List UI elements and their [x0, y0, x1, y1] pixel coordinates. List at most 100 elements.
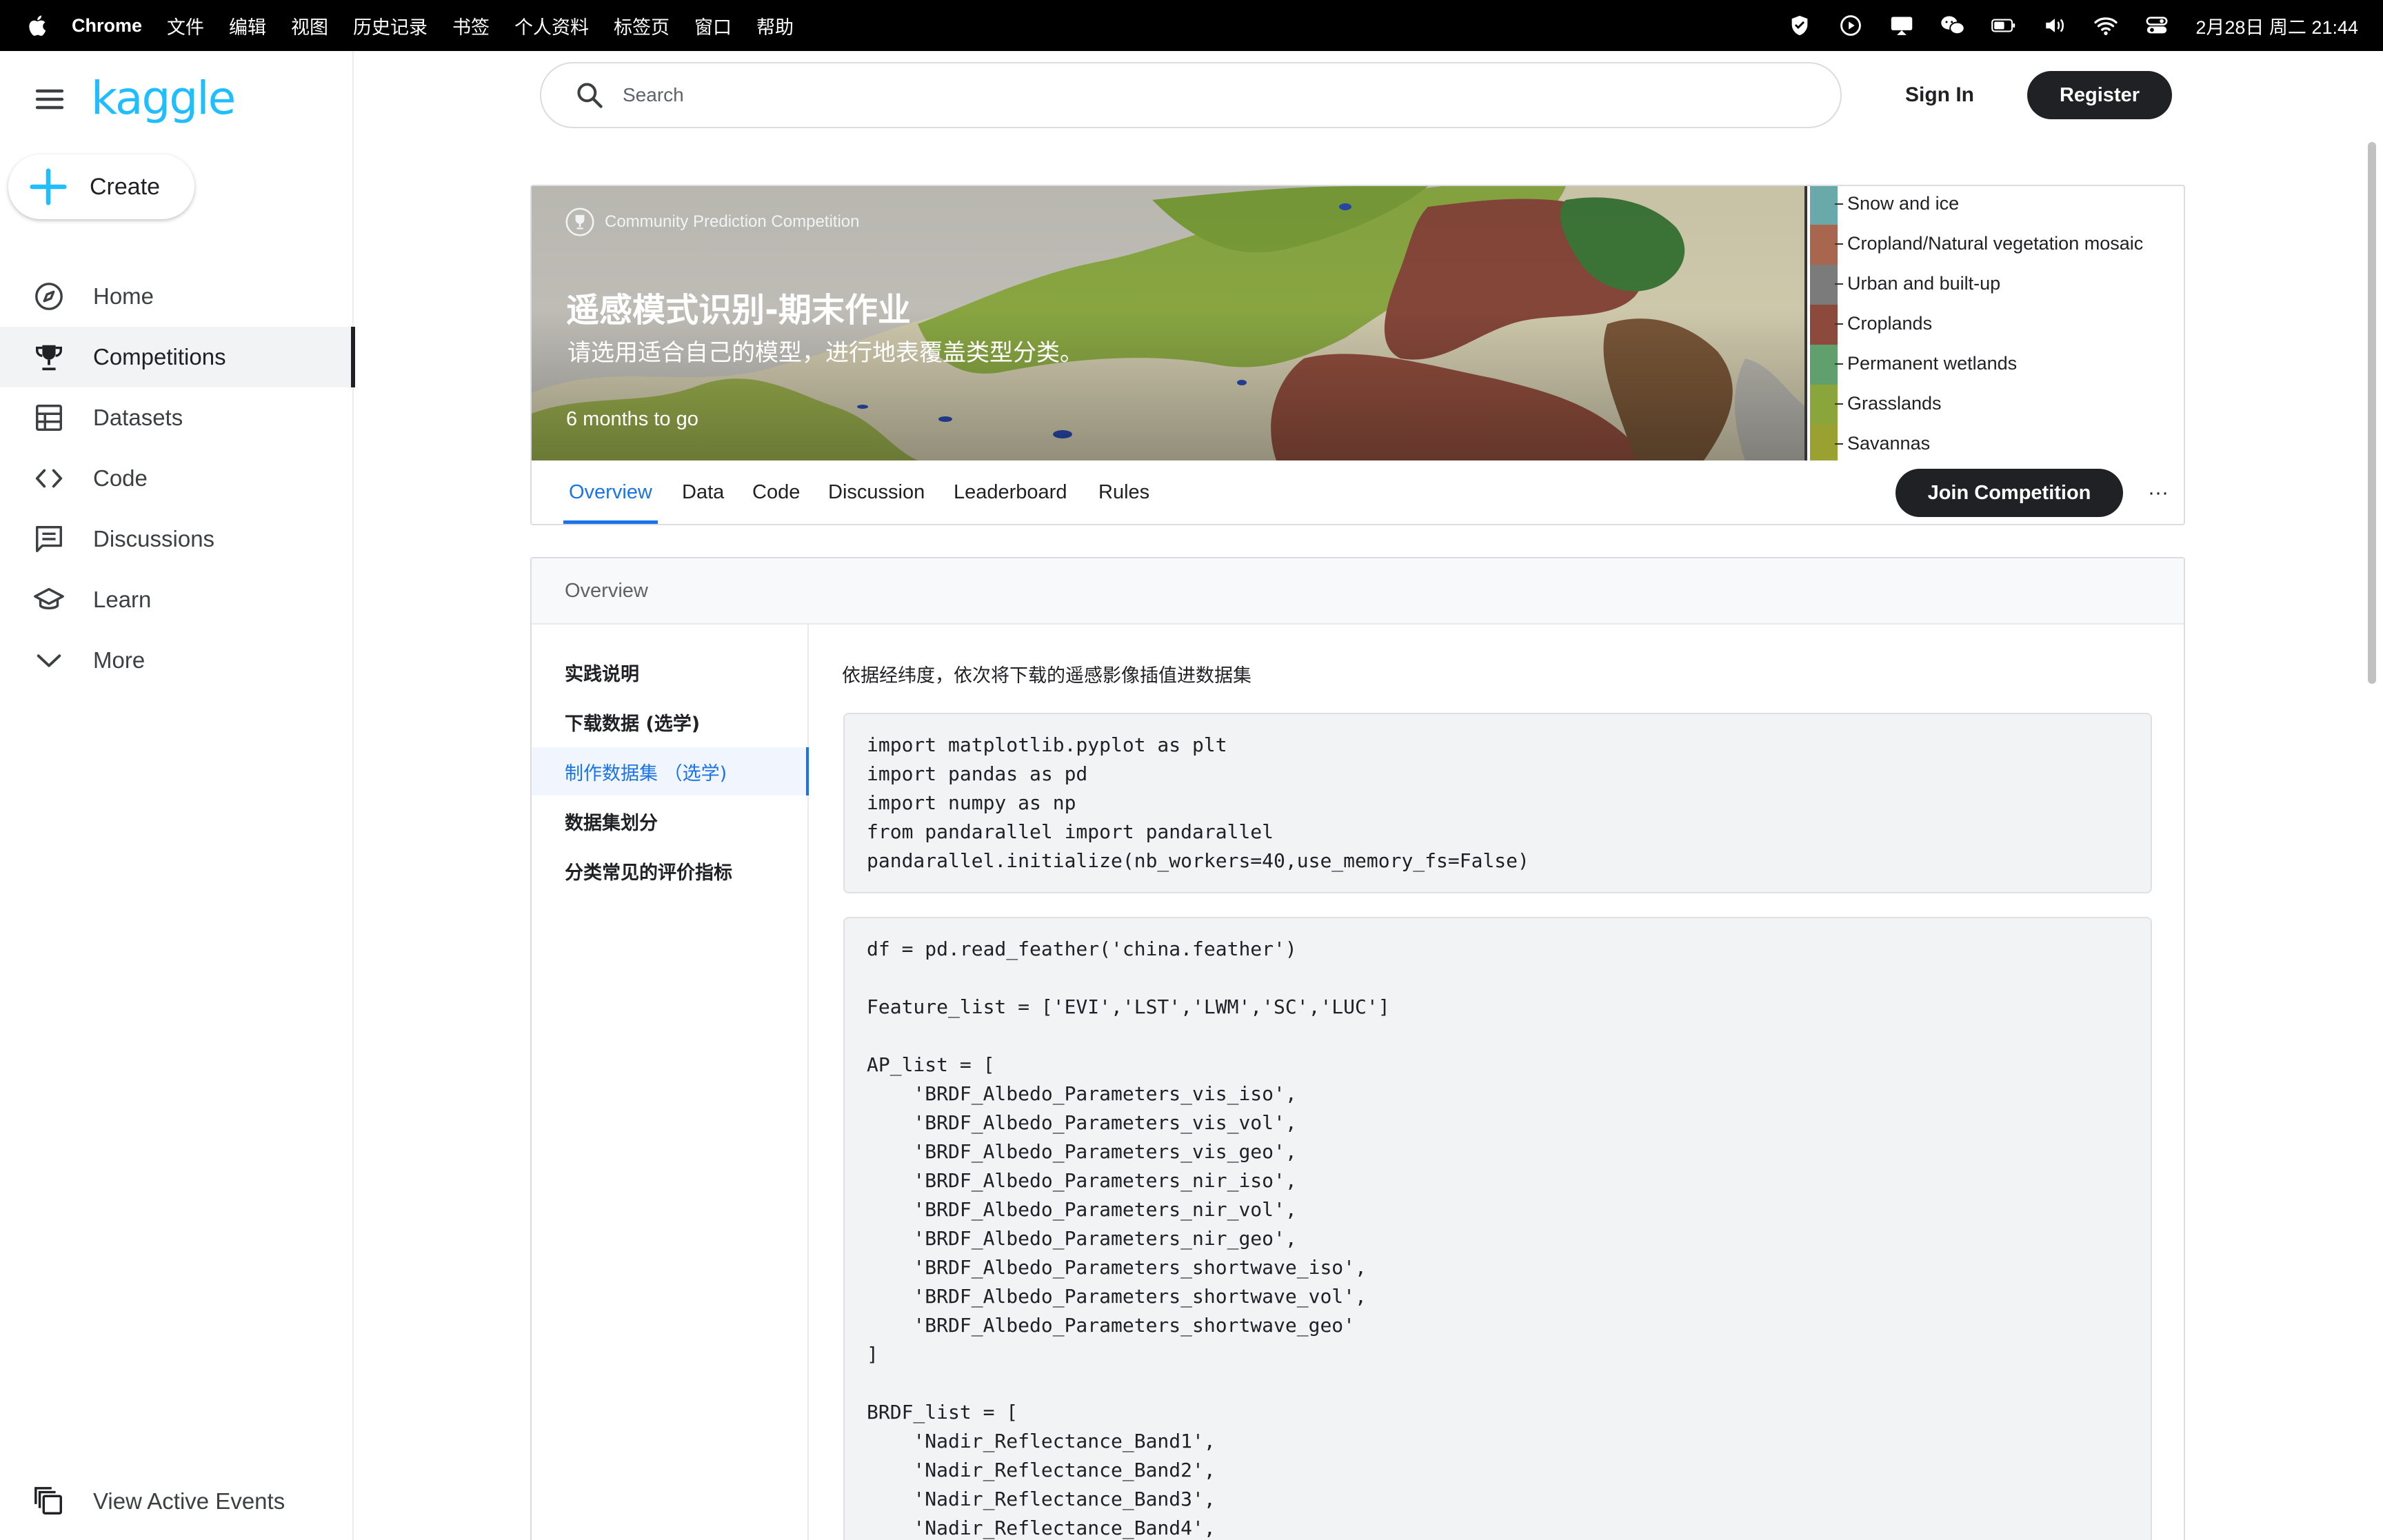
hamburger-menu-icon[interactable] [33, 83, 66, 116]
code-line: 'BRDF_Albedo_Parameters_shortwave_iso', [867, 1256, 1367, 1279]
sidebar-item-label: Learn [93, 587, 152, 612]
legend-swatch [1810, 305, 1838, 345]
search-input[interactable] [623, 84, 1726, 106]
battery-icon[interactable] [1991, 13, 2016, 38]
join-competition-button[interactable]: Join Competition [1896, 469, 2123, 517]
plus-icon [30, 168, 67, 205]
code-line: 'BRDF_Albedo_Parameters_vis_geo', [867, 1140, 1297, 1163]
page-scrollbar-thumb[interactable] [2368, 142, 2376, 684]
competition-header: Community Prediction Competition 遥感模式识别-… [530, 185, 2185, 525]
table-icon [36, 405, 62, 431]
legend-swatch [1810, 425, 1838, 460]
tab-rules[interactable]: Rules [1098, 460, 1149, 524]
view-active-events-button[interactable]: View Active Events [0, 1471, 354, 1532]
wechat-icon[interactable] [1940, 13, 1966, 38]
code-line: 'Nadir_Reflectance_Band4', [867, 1517, 1216, 1539]
competition-subtitle: 请选用适合自己的模型，进行地表覆盖类型分类。 [567, 339, 1083, 367]
menu-bookmarks[interactable]: 书签 [452, 12, 490, 39]
code-line: 'BRDF_Albedo_Parameters_vis_vol', [867, 1111, 1297, 1134]
toc-item-practice-notes[interactable]: 实践说明 [532, 648, 807, 696]
register-button[interactable]: Register [2027, 71, 2172, 119]
section-intro-text: 依据经纬度，依次将下载的遥感影像插值进数据集 [842, 665, 1251, 687]
shield-icon[interactable] [1787, 13, 1812, 38]
code-line: Feature_list = ['EVI','LST','LWM','SC','… [867, 995, 1390, 1018]
code-line: 'BRDF_Albedo_Parameters_vis_iso', [867, 1082, 1297, 1105]
menu-help[interactable]: 帮助 [756, 12, 794, 39]
tab-leaderboard[interactable]: Leaderboard [954, 460, 1067, 524]
menu-view[interactable]: 视图 [291, 12, 328, 39]
code-line: import pandas as pd [867, 762, 1088, 785]
trophy-icon [36, 345, 62, 371]
menu-profiles[interactable]: 个人资料 [514, 12, 589, 39]
legend-tick [1835, 243, 1843, 245]
map-legend: Snow and ice Cropland/Natural vegetation… [1804, 186, 2184, 460]
sign-in-button[interactable]: Sign In [1889, 72, 1990, 119]
legend-label: Grasslands [1847, 393, 1942, 414]
tab-code[interactable]: Code [752, 460, 800, 524]
legend-tick [1835, 443, 1843, 445]
overview-header-label: Overview [565, 579, 648, 602]
sidebar-item-label: Datasets [93, 405, 183, 430]
menu-tabs[interactable]: 标签页 [614, 12, 670, 39]
competition-banner: Community Prediction Competition 遥感模式识别-… [532, 186, 2184, 460]
toc-item-make-dataset[interactable]: 制作数据集 （选学) [532, 747, 809, 796]
toc-item-evaluation-metrics[interactable]: 分类常见的评价指标 [532, 847, 807, 895]
create-button[interactable]: Create [8, 154, 194, 219]
legend-label: Permanent wetlands [1847, 353, 2018, 374]
code-line: 'BRDF_Albedo_Parameters_nir_iso', [867, 1169, 1297, 1192]
sidebar-item-discussions[interactable]: Discussions [0, 509, 354, 569]
menu-edit[interactable]: 编辑 [229, 12, 266, 39]
sidebar-item-learn[interactable]: Learn [0, 569, 354, 630]
screen-mirroring-icon[interactable] [1889, 13, 1914, 38]
tab-discussion[interactable]: Discussion [828, 460, 925, 524]
sidebar-item-code[interactable]: Code [0, 448, 354, 509]
sidebar-item-competitions[interactable]: Competitions [0, 327, 355, 387]
competition-type-label: Community Prediction Competition [605, 212, 860, 231]
legend-tick [1835, 283, 1843, 285]
sidebar-item-label: Discussions [93, 526, 215, 551]
legend-label: Snow and ice [1847, 193, 1960, 214]
code-line: import numpy as np [867, 791, 1076, 814]
tab-overview[interactable]: Overview [563, 460, 658, 524]
chevron-down-icon [37, 654, 61, 667]
code-block-feature-lists[interactable]: df = pd.read_feather('china.feather') Fe… [843, 917, 2152, 1540]
toc-item-download-data[interactable]: 下载数据 (选学) [532, 698, 807, 746]
menu-window[interactable]: 窗口 [694, 12, 732, 39]
wifi-icon[interactable] [2093, 13, 2118, 38]
play-circle-icon[interactable] [1838, 13, 1863, 38]
volume-icon[interactable] [2042, 13, 2067, 38]
menu-app-name[interactable]: Chrome [72, 15, 142, 37]
menu-file[interactable]: 文件 [167, 12, 204, 39]
sidebar-item-more[interactable]: More [0, 630, 354, 691]
sidebar-item-label: Home [93, 283, 154, 309]
comments-icon [36, 526, 62, 552]
legend-label: Croplands [1847, 313, 1933, 334]
code-line: 'BRDF_Albedo_Parameters_shortwave_geo' [867, 1314, 1356, 1337]
legend-tick [1835, 323, 1843, 325]
code-line: import matplotlib.pyplot as plt [867, 733, 1227, 756]
more-options-icon[interactable]: ··· [2141, 476, 2175, 510]
legend-tick [1835, 403, 1843, 405]
competition-tabs: Overview Data Code Discussion Leaderboar… [532, 460, 2184, 524]
sidebar-item-datasets[interactable]: Datasets [0, 387, 354, 448]
code-line: 'BRDF_Albedo_Parameters_nir_vol', [867, 1198, 1297, 1221]
sidebar-item-home[interactable]: Home [0, 266, 354, 327]
code-line: 'Nadir_Reflectance_Band2', [867, 1459, 1216, 1481]
legend-label: Urban and built-up [1847, 273, 2001, 294]
code-line: pandarallel.initialize(nb_workers=40,use… [867, 849, 1529, 872]
menu-history[interactable]: 历史记录 [353, 12, 428, 39]
code-block-imports[interactable]: import matplotlib.pyplot as plt import p… [843, 713, 2152, 893]
events-icon [34, 1487, 62, 1514]
toc-item-dataset-split[interactable]: 数据集划分 [532, 797, 807, 845]
overview-header: Overview [532, 558, 2184, 625]
tab-data[interactable]: Data [682, 460, 724, 524]
control-center-icon[interactable] [2144, 13, 2169, 38]
apple-icon[interactable] [26, 14, 47, 37]
menu-clock[interactable]: 2月28日 周二 21:44 [2195, 12, 2358, 39]
code-line: 'Nadir_Reflectance_Band3', [867, 1488, 1216, 1510]
legend-swatch [1810, 345, 1838, 385]
code-icon [35, 469, 63, 488]
kaggle-logo[interactable]: kaggle [91, 72, 236, 125]
search-bar[interactable] [540, 62, 1842, 128]
